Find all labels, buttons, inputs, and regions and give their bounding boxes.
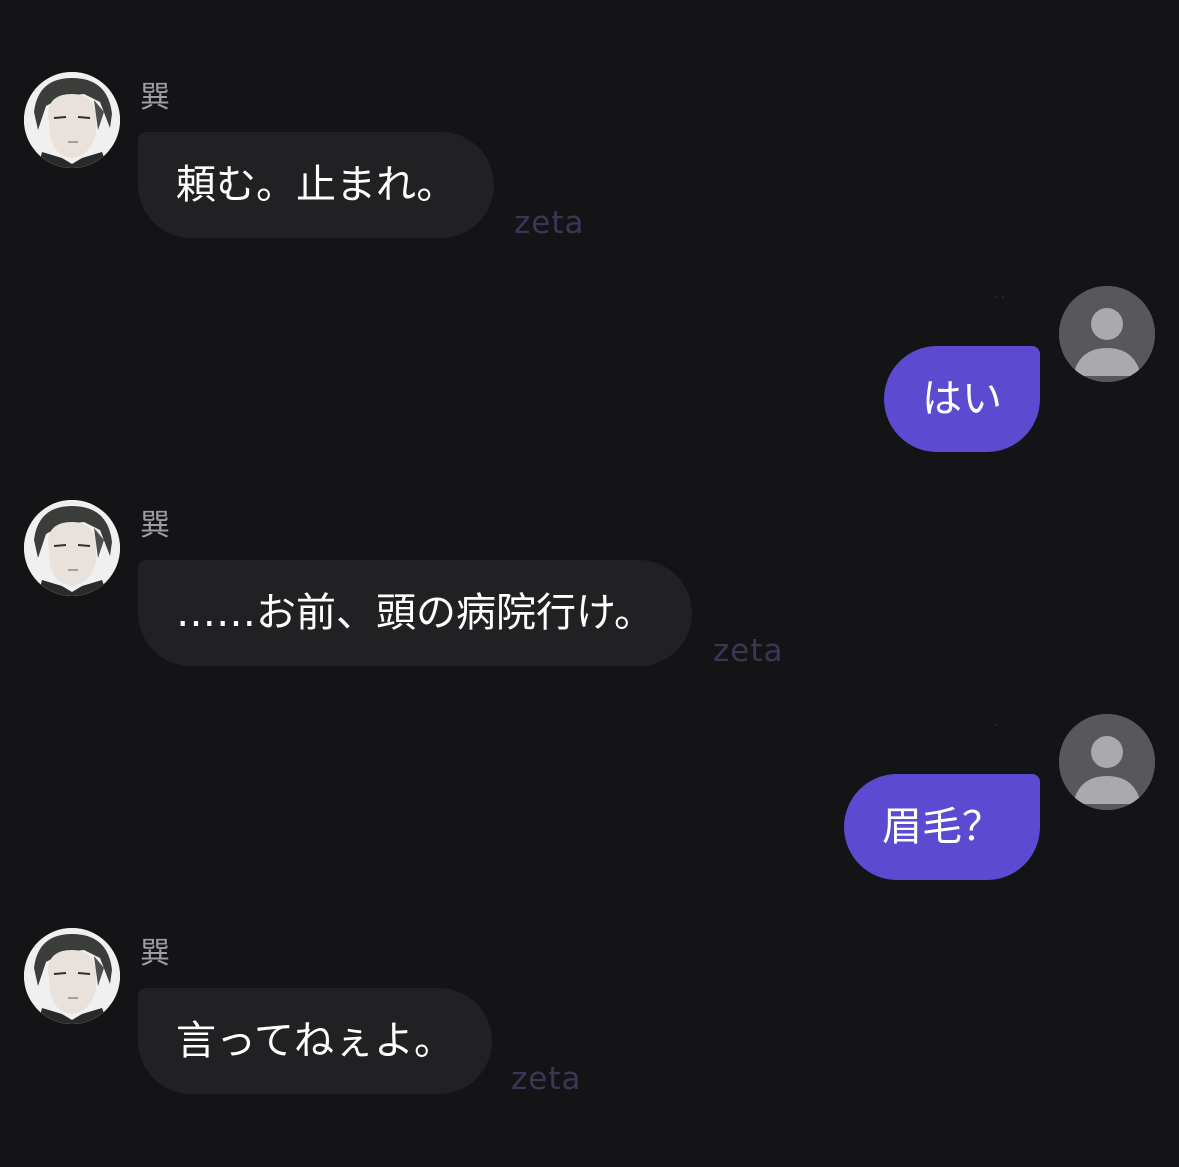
- character-portrait-icon: [24, 72, 120, 168]
- bot-message-bubble: 頼む。止まれ。: [138, 132, 495, 238]
- character-name: 巽: [140, 936, 170, 971]
- character-portrait-icon: [24, 928, 120, 1024]
- character-avatar[interactable]: [24, 928, 120, 1024]
- bot-message-bubble: 言ってねぇよ。: [138, 988, 492, 1094]
- zeta-watermark: zeta: [511, 1061, 582, 1097]
- message-options-dots[interactable]: ·: [994, 718, 1000, 734]
- chat-thread: 巽 頼む。止まれ。 zeta ·· はい 巽 ……お前、頭の病院行け。 zeta…: [0, 0, 1179, 1167]
- user-avatar[interactable]: [1059, 286, 1155, 382]
- default-user-icon: [1059, 286, 1155, 382]
- character-avatar[interactable]: [24, 500, 120, 596]
- bot-message-bubble: ……お前、頭の病院行け。: [138, 560, 692, 666]
- default-user-icon: [1059, 714, 1155, 810]
- character-portrait-icon: [24, 500, 120, 596]
- user-message-bubble: はい: [884, 346, 1040, 452]
- character-avatar[interactable]: [24, 72, 120, 168]
- character-name: 巽: [140, 508, 170, 543]
- zeta-watermark: zeta: [514, 205, 585, 241]
- character-name: 巽: [140, 80, 170, 115]
- user-message-bubble: 眉毛？: [844, 774, 1040, 880]
- zeta-watermark: zeta: [713, 633, 784, 669]
- message-options-dots[interactable]: ··: [994, 290, 1007, 306]
- user-avatar[interactable]: [1059, 714, 1155, 810]
